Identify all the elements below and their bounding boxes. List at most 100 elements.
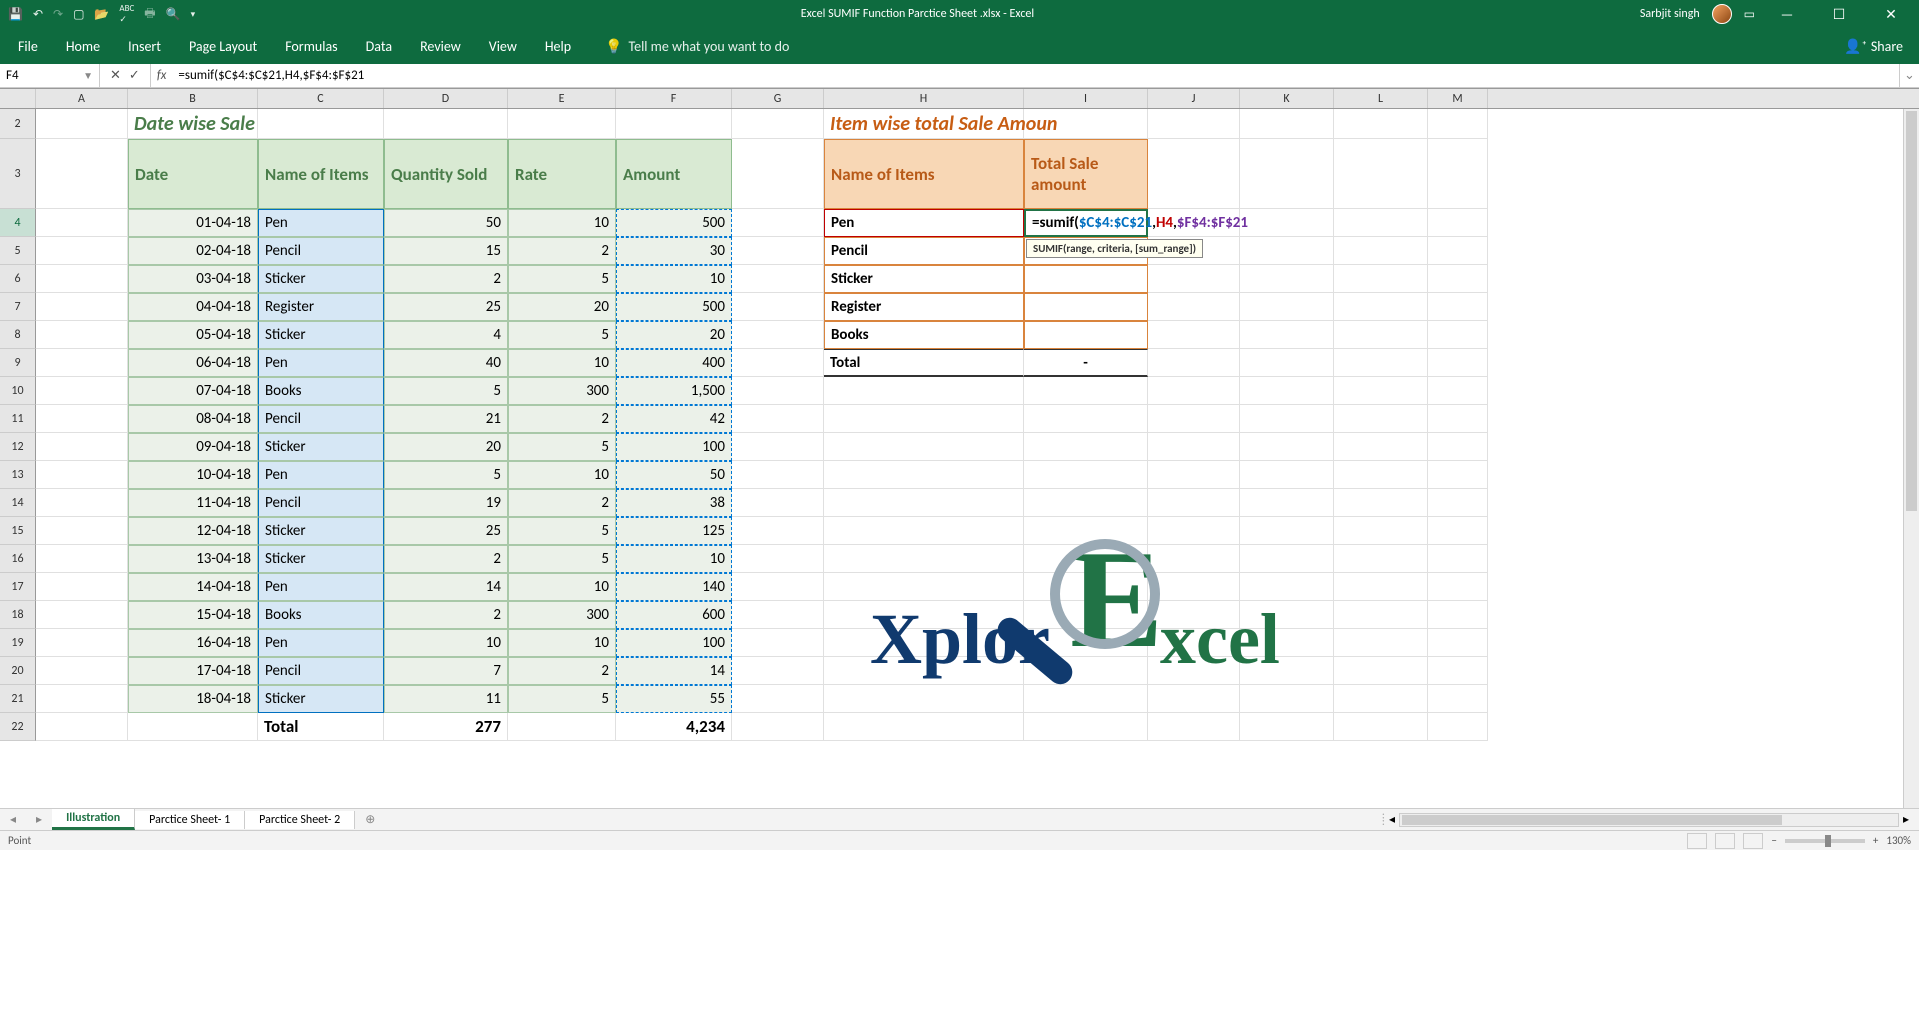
cell-E16[interactable]: 5 (508, 545, 616, 573)
cell-A17[interactable] (36, 573, 128, 601)
split-handle-icon[interactable]: ⁞ (1382, 813, 1385, 827)
cell-L8[interactable] (1334, 321, 1428, 349)
cell-I10[interactable] (1024, 377, 1148, 405)
cell-L11[interactable] (1334, 405, 1428, 433)
vertical-scrollbar[interactable] (1903, 109, 1919, 808)
cell-B5[interactable]: 02-04-18 (128, 237, 258, 265)
zoom-level[interactable]: 130% (1886, 834, 1911, 847)
cell-B7[interactable]: 04-04-18 (128, 293, 258, 321)
row-header-14[interactable]: 14 (0, 489, 36, 517)
cell-C5[interactable]: Pencil (258, 237, 384, 265)
cell-L18[interactable] (1334, 601, 1428, 629)
cell-C8[interactable]: Sticker (258, 321, 384, 349)
close-button[interactable]: ✕ (1871, 6, 1911, 23)
minimize-button[interactable]: — (1767, 6, 1807, 23)
cell-F13[interactable]: 50 (616, 461, 732, 489)
cell-G15[interactable] (732, 517, 824, 545)
cell-G10[interactable] (732, 377, 824, 405)
cell-M18[interactable] (1428, 601, 1488, 629)
name-box[interactable]: F4 ▼ (0, 64, 100, 87)
page-layout-view-button[interactable] (1715, 833, 1735, 849)
cell-B15[interactable]: 12-04-18 (128, 517, 258, 545)
cell-K12[interactable] (1240, 433, 1334, 461)
cell-B18[interactable]: 15-04-18 (128, 601, 258, 629)
cell-A10[interactable] (36, 377, 128, 405)
fx-icon[interactable]: fx (151, 68, 173, 83)
cell-B10[interactable]: 07-04-18 (128, 377, 258, 405)
cell-D16[interactable]: 2 (384, 545, 508, 573)
cell-L19[interactable] (1334, 629, 1428, 657)
cell-G9[interactable] (732, 349, 824, 377)
cell-L16[interactable] (1334, 545, 1428, 573)
cell-M12[interactable] (1428, 433, 1488, 461)
cell-B16[interactable]: 13-04-18 (128, 545, 258, 573)
cell-K4[interactable] (1240, 209, 1334, 237)
cell-B22[interactable] (128, 713, 258, 741)
cell-E17[interactable]: 10 (508, 573, 616, 601)
cell-D8[interactable]: 4 (384, 321, 508, 349)
cell-G21[interactable] (732, 685, 824, 713)
cell-D17[interactable]: 14 (384, 573, 508, 601)
cell-H6[interactable]: Sticker (824, 265, 1024, 293)
cell-D19[interactable]: 10 (384, 629, 508, 657)
cell-A11[interactable] (36, 405, 128, 433)
cell-L17[interactable] (1334, 573, 1428, 601)
cell-C12[interactable]: Sticker (258, 433, 384, 461)
cell-F16[interactable]: 10 (616, 545, 732, 573)
col-header-C[interactable]: C (258, 89, 384, 108)
cell-H13[interactable] (824, 461, 1024, 489)
cell-A13[interactable] (36, 461, 128, 489)
cell-B13[interactable]: 10-04-18 (128, 461, 258, 489)
row-header-17[interactable]: 17 (0, 573, 36, 601)
cell-K15[interactable] (1240, 517, 1334, 545)
cell-F18[interactable]: 600 (616, 601, 732, 629)
cell-L4[interactable] (1334, 209, 1428, 237)
cell-F5[interactable]: 30 (616, 237, 732, 265)
cell-G17[interactable] (732, 573, 824, 601)
cell-G18[interactable] (732, 601, 824, 629)
cell-J12[interactable] (1148, 433, 1240, 461)
cell-I11[interactable] (1024, 405, 1148, 433)
cell-L13[interactable] (1334, 461, 1428, 489)
tab-formulas[interactable]: Formulas (271, 30, 351, 63)
cell-J6[interactable] (1148, 265, 1240, 293)
tab-home[interactable]: Home (52, 30, 114, 63)
cell-M15[interactable] (1428, 517, 1488, 545)
page-break-view-button[interactable] (1743, 833, 1763, 849)
cell-D3[interactable]: Quantity Sold (384, 139, 508, 209)
cell-F19[interactable]: 100 (616, 629, 732, 657)
cell-E11[interactable]: 2 (508, 405, 616, 433)
cell-G19[interactable] (732, 629, 824, 657)
cell-A3[interactable] (36, 139, 128, 209)
row-header-7[interactable]: 7 (0, 293, 36, 321)
cell-A8[interactable] (36, 321, 128, 349)
horizontal-scrollbar[interactable] (1399, 813, 1899, 827)
hscroll-left-icon[interactable]: ◂ (1389, 812, 1395, 827)
cell-A19[interactable] (36, 629, 128, 657)
cell-H15[interactable] (824, 517, 1024, 545)
cell-L5[interactable] (1334, 237, 1428, 265)
cell-H8[interactable]: Books (824, 321, 1024, 349)
cell-G8[interactable] (732, 321, 824, 349)
cell-B6[interactable]: 03-04-18 (128, 265, 258, 293)
cell-F3[interactable]: Amount (616, 139, 732, 209)
cell-L7[interactable] (1334, 293, 1428, 321)
cell-M11[interactable] (1428, 405, 1488, 433)
cell-A14[interactable] (36, 489, 128, 517)
cell-E18[interactable]: 300 (508, 601, 616, 629)
cell-A15[interactable] (36, 517, 128, 545)
cell-H3[interactable]: Name of Items (824, 139, 1024, 209)
cell-D18[interactable]: 2 (384, 601, 508, 629)
cell-C9[interactable]: Pen (258, 349, 384, 377)
cell-E19[interactable]: 10 (508, 629, 616, 657)
cell-M19[interactable] (1428, 629, 1488, 657)
cell-I8[interactable] (1024, 321, 1148, 349)
cell-K9[interactable] (1240, 349, 1334, 377)
sheet-tab-practice2[interactable]: Parctice Sheet- 2 (245, 811, 355, 829)
cell-B17[interactable]: 14-04-18 (128, 573, 258, 601)
cell-L22[interactable] (1334, 713, 1428, 741)
zoom-slider[interactable] (1785, 839, 1865, 843)
cell-E14[interactable]: 2 (508, 489, 616, 517)
cell-G3[interactable] (732, 139, 824, 209)
cell-L14[interactable] (1334, 489, 1428, 517)
